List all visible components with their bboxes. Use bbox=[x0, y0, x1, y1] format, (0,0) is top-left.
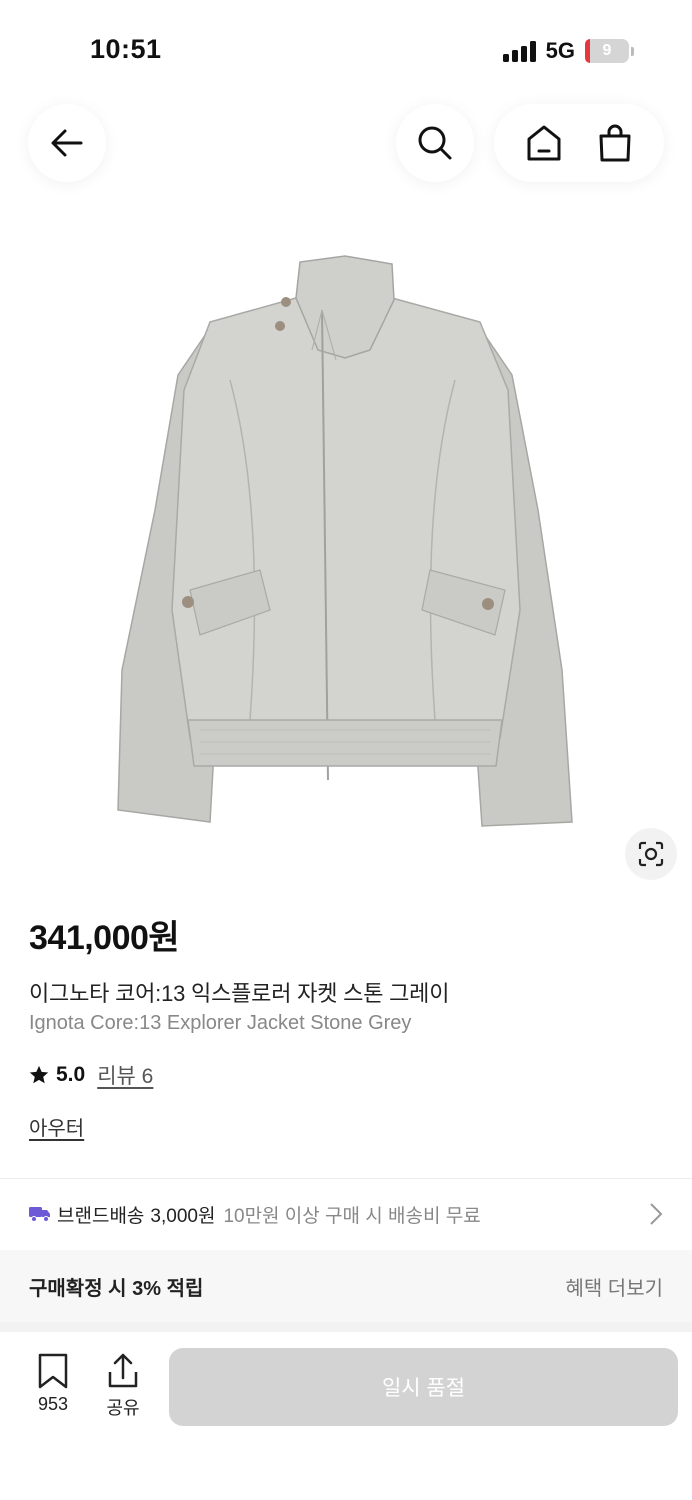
status-bar: 10:51 5G 9 bbox=[0, 0, 692, 100]
search-button[interactable] bbox=[396, 104, 474, 182]
share-button[interactable]: 공유 bbox=[100, 1352, 146, 1420]
share-label: 공유 bbox=[106, 1398, 140, 1418]
battery-fill bbox=[585, 39, 591, 63]
shipping-row[interactable]: 브랜드배송 3,000원 10만원 이상 구매 시 배송비 무료 bbox=[0, 1180, 692, 1248]
battery-level: 9 bbox=[602, 42, 612, 59]
image-search-button[interactable] bbox=[625, 828, 677, 880]
bottom-action-bar: 953 공유 일시 품절 bbox=[0, 1332, 692, 1500]
soldout-button[interactable]: 일시 품절 bbox=[169, 1348, 678, 1426]
arrow-left-icon bbox=[51, 129, 83, 157]
benefit-row: 구매확정 시 3% 적립 혜택 더보기 bbox=[0, 1250, 692, 1322]
truck-icon bbox=[29, 1207, 50, 1222]
shipping-note: 10만원 이상 구매 시 배송비 무료 bbox=[223, 1205, 481, 1227]
battery-icon: 9 bbox=[585, 39, 634, 63]
network-label: 5G bbox=[545, 38, 575, 63]
rating-row: 5.0 리뷰 6 bbox=[28, 1060, 153, 1090]
shipping-brand-label: 브랜드배송 bbox=[57, 1205, 145, 1227]
product-title-en: Ignota Core:13 Explorer Jacket Stone Gre… bbox=[29, 1012, 412, 1034]
shipping-fee: 3,000원 bbox=[150, 1205, 216, 1227]
divider bbox=[0, 1178, 692, 1179]
share-icon bbox=[108, 1353, 138, 1388]
benefit-text: 구매확정 시 3% 적립 bbox=[29, 1277, 204, 1300]
benefit-more-link[interactable]: 혜택 더보기 bbox=[565, 1272, 663, 1301]
search-icon bbox=[418, 126, 452, 160]
review-link[interactable]: 리뷰 6 bbox=[97, 1060, 153, 1090]
cart-button[interactable] bbox=[585, 113, 645, 173]
product-image[interactable] bbox=[100, 250, 590, 840]
back-button[interactable] bbox=[28, 104, 106, 182]
chevron-right-icon bbox=[649, 1202, 663, 1226]
signal-icon bbox=[502, 40, 536, 62]
home-icon bbox=[527, 125, 560, 161]
section-separator bbox=[0, 1322, 692, 1332]
bookmark-button[interactable]: 953 bbox=[30, 1352, 76, 1415]
product-title-ko: 이그노타 코어:13 익스플로러 자켓 스톤 그레이 bbox=[29, 981, 450, 1006]
rating-value: 5.0 bbox=[56, 1063, 86, 1086]
jacket-illustration bbox=[117, 255, 573, 827]
status-time: 10:51 bbox=[90, 34, 162, 64]
nav-actions bbox=[494, 104, 664, 182]
star-icon bbox=[29, 1065, 49, 1084]
lens-icon bbox=[638, 841, 664, 867]
product-price: 341,000원 bbox=[29, 919, 180, 957]
status-indicators: 5G 9 bbox=[502, 38, 634, 64]
home-button[interactable] bbox=[514, 113, 574, 173]
bookmark-count: 953 bbox=[37, 1394, 69, 1414]
category-link[interactable]: 아우터 bbox=[29, 1112, 84, 1141]
shopping-bag-icon bbox=[599, 124, 630, 162]
bookmark-icon bbox=[38, 1353, 68, 1389]
